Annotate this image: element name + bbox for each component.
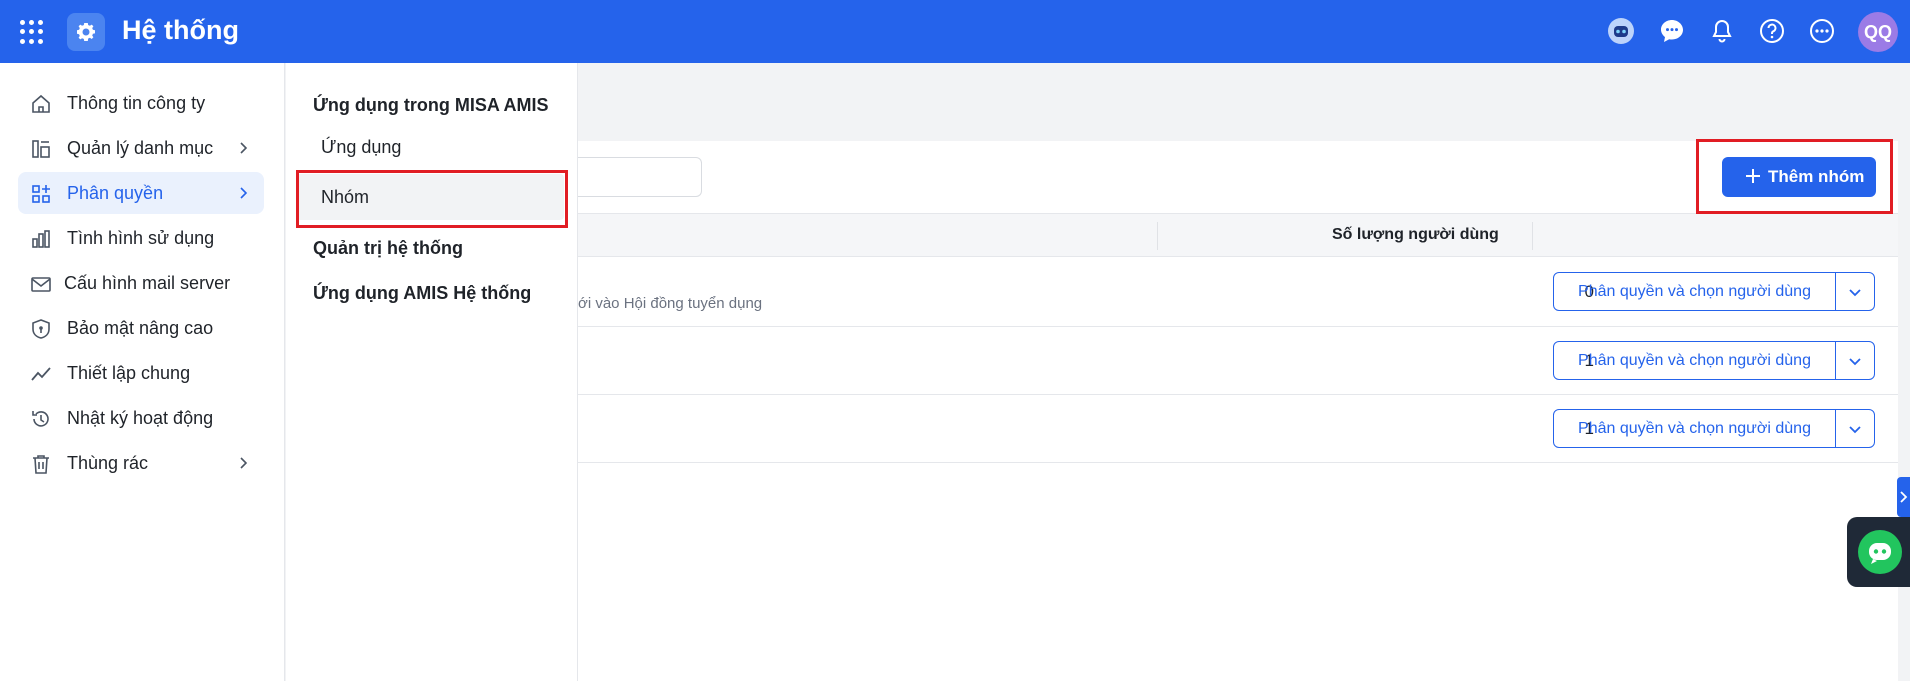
sidebar-item-security[interactable]: Bảo mật nâng cao	[18, 307, 264, 349]
highlight-box-groups	[296, 170, 568, 228]
sidebar-item-usage[interactable]: Tình hình sử dụng	[18, 217, 264, 259]
column-divider	[1157, 222, 1158, 250]
permission-split-button: Phân quyền và chọn người dùng	[1553, 341, 1875, 380]
assistant-bot-icon[interactable]	[1605, 15, 1637, 47]
sidebar-item-label: Cấu hình mail server	[64, 272, 231, 293]
settings-gear-icon	[67, 13, 105, 51]
avatar[interactable]: QQ	[1858, 12, 1898, 52]
sidebar-item-activity-log[interactable]: Nhật ký hoạt động	[18, 397, 264, 439]
chevron-right-icon	[240, 142, 248, 154]
sidebar-item-label: Thông tin công ty	[67, 92, 206, 113]
app-title: Hệ thống	[122, 15, 239, 45]
home-icon	[32, 94, 50, 113]
group-description: ới vào Hội đồng tuyển dụng	[578, 295, 763, 312]
sidebar-item-label: Thiết lập chung	[67, 362, 191, 383]
permission-split-button: Phân quyền và chọn người dùng	[1553, 272, 1875, 311]
chat-icon[interactable]	[1656, 15, 1688, 47]
sidebar-item-label: Thùng rác	[67, 452, 149, 473]
search-input[interactable]	[578, 157, 702, 197]
sidebar-item-label: Phân quyền	[67, 182, 164, 203]
assign-permission-button[interactable]: Phân quyền và chọn người dùng	[1554, 273, 1836, 310]
chevron-down-icon	[1849, 288, 1861, 296]
side-panel-toggle[interactable]	[1897, 477, 1910, 517]
groups-panel: Thêm nhóm Số lượng người dùng ới vào Hội…	[578, 141, 1898, 681]
sidebar-item-permissions[interactable]: Phân quyền	[18, 172, 264, 214]
table-row[interactable]: 1 Phân quyền và chọn người dùng	[578, 395, 1898, 463]
sidebar-item-mail-server[interactable]: Cấu hình mail server	[18, 262, 264, 304]
chevron-right-icon	[240, 457, 248, 469]
bar-chart-icon	[32, 230, 50, 248]
chevron-right-icon	[1900, 491, 1908, 503]
dropdown-toggle[interactable]	[1836, 273, 1874, 310]
permissions-submenu: Ứng dụng trong MISA AMIS Ứng dụng Nhóm Q…	[286, 63, 578, 681]
sidebar-item-catalog[interactable]: Quản lý danh mục	[18, 127, 264, 169]
submenu-heading-system-admin[interactable]: Quản trị hệ thống	[313, 238, 463, 259]
top-bar: Hệ thống QQ	[0, 0, 1910, 63]
dropdown-toggle[interactable]	[1836, 342, 1874, 379]
permission-split-button: Phân quyền và chọn người dùng	[1553, 409, 1875, 448]
catalog-icon	[32, 140, 50, 158]
chevron-right-icon	[240, 187, 248, 199]
sidebar-item-label: Bảo mật nâng cao	[67, 317, 214, 338]
sidebar-item-label: Quản lý danh mục	[67, 137, 214, 158]
submenu-item-apps[interactable]: Ứng dụng	[296, 124, 564, 170]
column-divider	[1532, 222, 1533, 250]
sidebar-item-label: Tình hình sử dụng	[67, 227, 215, 248]
column-user-count: Số lượng người dùng	[1332, 226, 1499, 243]
trend-icon	[31, 367, 51, 381]
bell-icon[interactable]	[1706, 15, 1738, 47]
sidebar-item-general-settings[interactable]: Thiết lập chung	[18, 352, 264, 394]
help-icon[interactable]	[1756, 15, 1788, 47]
table-row[interactable]: 1 Phân quyền và chọn người dùng	[578, 327, 1898, 395]
table-row[interactable]: ới vào Hội đồng tuyển dụng 0 Phân quyền …	[578, 257, 1898, 327]
chatbot-icon	[1858, 530, 1902, 574]
shield-icon	[32, 319, 50, 339]
assign-permission-button[interactable]: Phân quyền và chọn người dùng	[1554, 410, 1836, 447]
chevron-down-icon	[1849, 357, 1861, 365]
apps-grid-icon[interactable]	[20, 20, 44, 44]
more-icon[interactable]	[1806, 15, 1838, 47]
assign-permission-button[interactable]: Phân quyền và chọn người dùng	[1554, 342, 1836, 379]
submenu-heading-amis-system[interactable]: Ứng dụng AMIS Hệ thống	[313, 283, 531, 304]
sidebar: Thông tin công ty Quản lý danh mục Phân …	[0, 63, 285, 681]
dropdown-toggle[interactable]	[1836, 410, 1874, 447]
highlight-box-add-group	[1696, 139, 1893, 214]
table-header: Số lượng người dùng	[578, 213, 1898, 257]
history-icon	[32, 411, 49, 427]
mail-icon	[31, 277, 51, 292]
submenu-heading-misa-amis[interactable]: Ứng dụng trong MISA AMIS	[313, 95, 549, 116]
chevron-down-icon	[1849, 425, 1861, 433]
trash-icon	[33, 455, 49, 474]
chatbot-launcher[interactable]	[1847, 517, 1910, 587]
submenu-item-label: Ứng dụng	[321, 137, 402, 157]
sidebar-item-company-info[interactable]: Thông tin công ty	[18, 82, 264, 124]
sidebar-item-label: Nhật ký hoạt động	[67, 407, 214, 428]
permission-icon	[32, 185, 50, 203]
sidebar-item-trash[interactable]: Thùng rác	[18, 442, 264, 484]
